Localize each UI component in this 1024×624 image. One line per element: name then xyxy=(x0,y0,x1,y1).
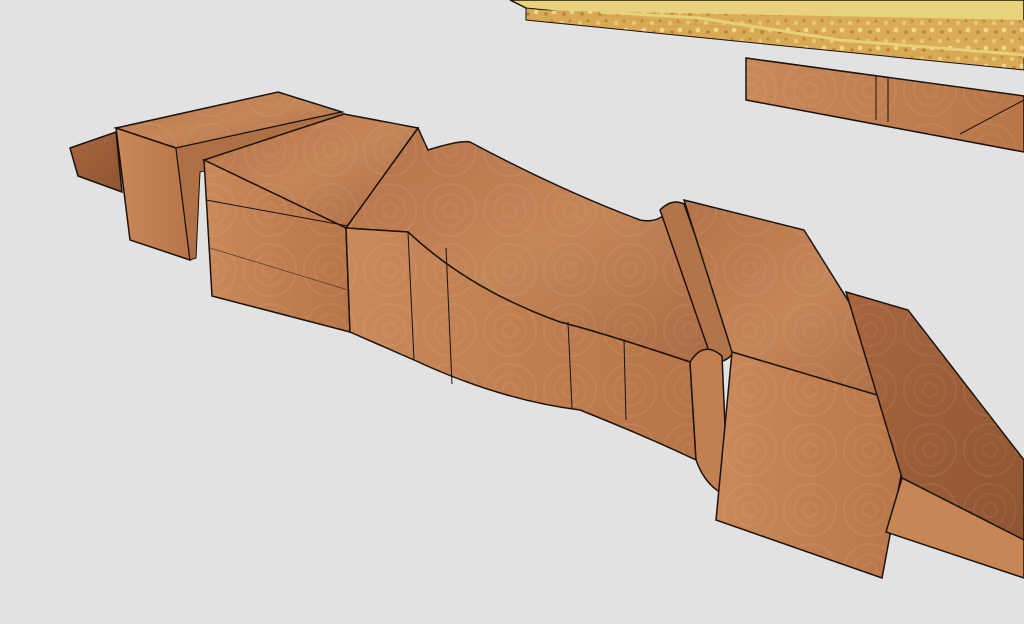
table-top-panel[interactable] xyxy=(509,0,1024,71)
apron-board[interactable] xyxy=(745,57,1024,153)
model-viewport[interactable] xyxy=(0,0,1024,624)
model-canvas xyxy=(69,0,1024,579)
curved-leg-body[interactable] xyxy=(344,126,723,462)
